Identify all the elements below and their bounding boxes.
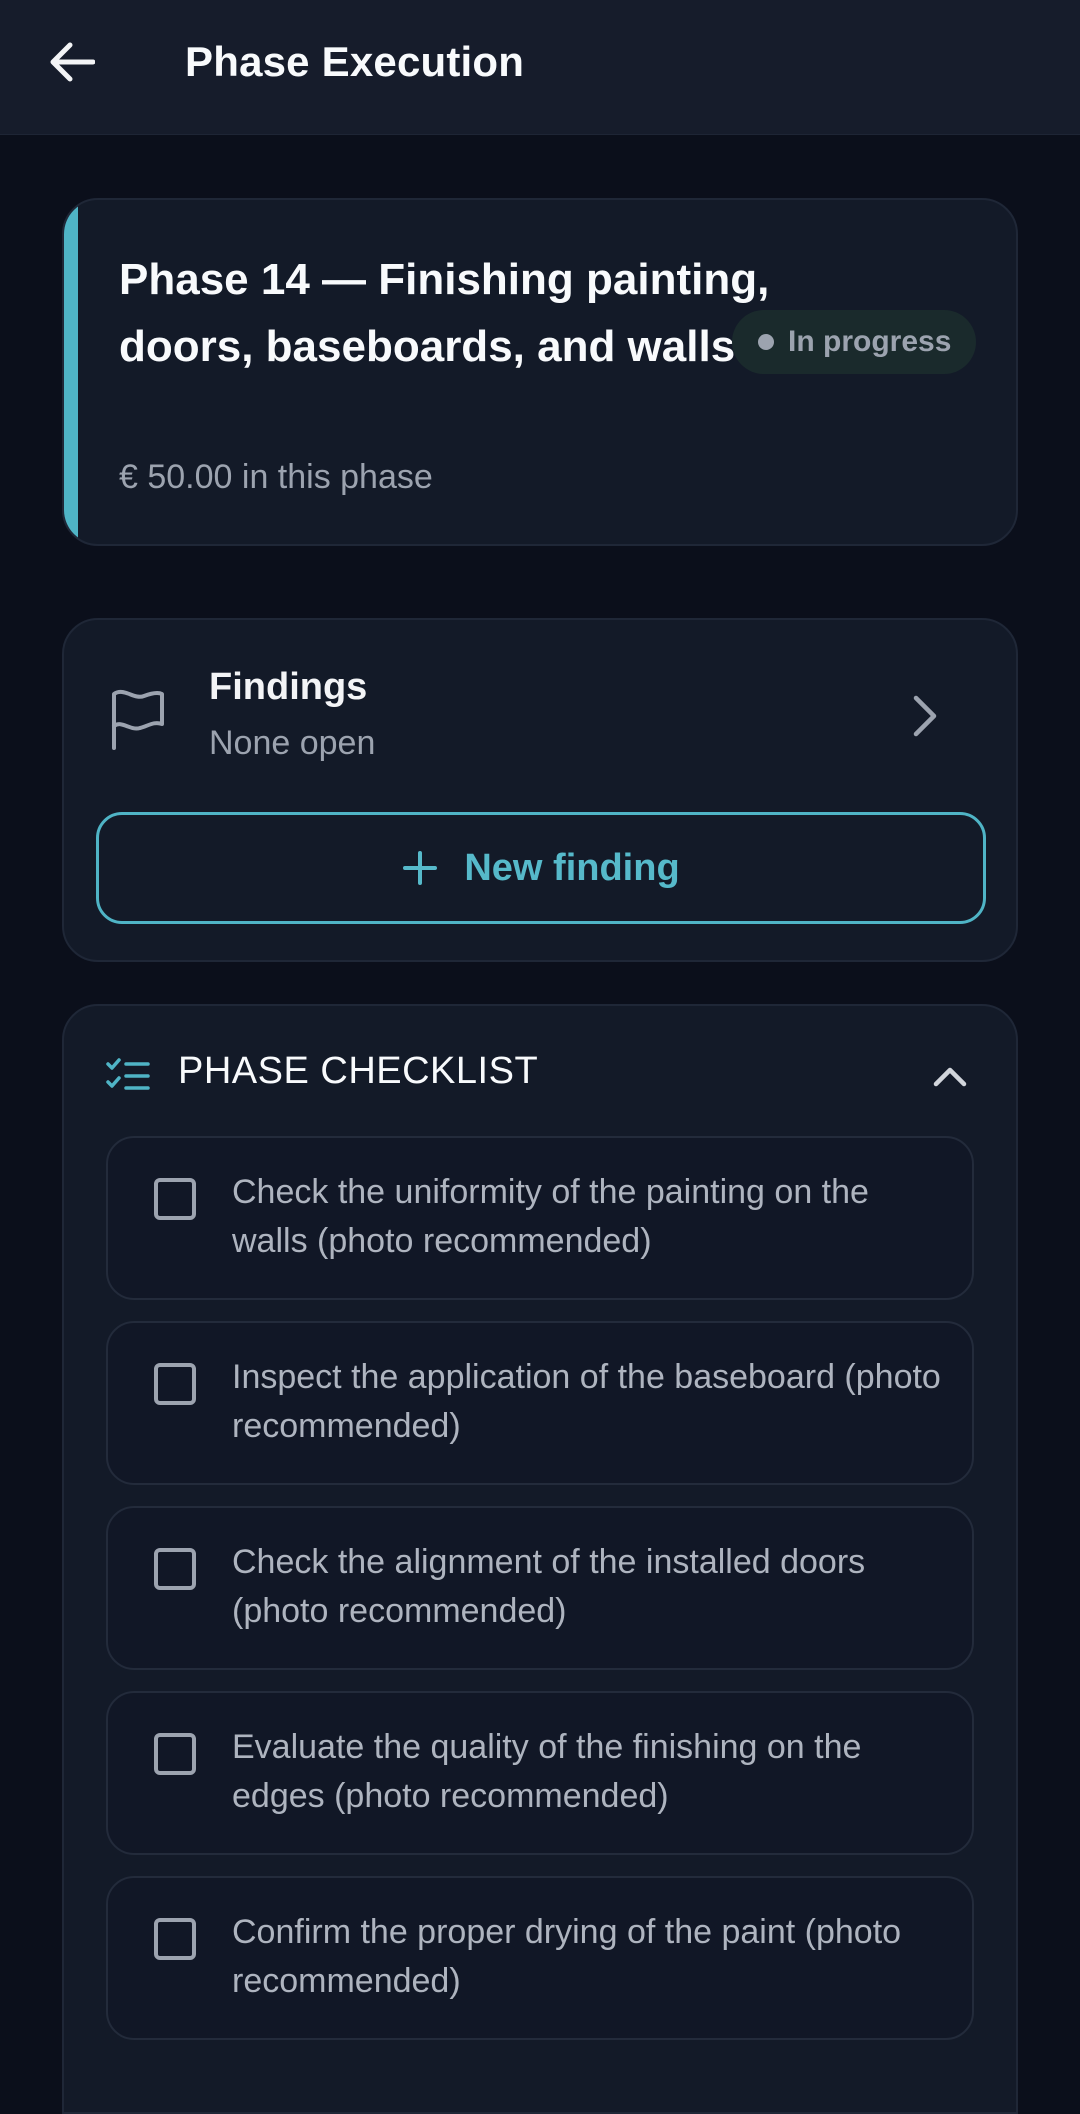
app-bar: Phase Execution [0, 0, 1080, 135]
checklist-item-label: Confirm the proper drying of the paint (… [232, 1913, 902, 2000]
checklist-item-label: Check the uniformity of the painting on … [232, 1173, 869, 1260]
checklist-item[interactable]: Inspect the application of the baseboard… [106, 1321, 974, 1485]
phase-accent-bar [64, 200, 78, 544]
checklist-item[interactable]: Evaluate the quality of the finishing on… [106, 1691, 974, 1855]
checklist-item[interactable]: Confirm the proper drying of the paint (… [106, 1876, 974, 2040]
checkbox[interactable] [154, 1363, 196, 1405]
checklist-item[interactable]: Check the alignment of the installed doo… [106, 1506, 974, 1670]
checklist-title: PHASE CHECKLIST [178, 1050, 539, 1092]
phase-title: Phase 14 — Finishing painting, doors, ba… [119, 255, 770, 371]
findings-card: Findings None open New finding [62, 618, 1018, 962]
checkbox[interactable] [154, 1733, 196, 1775]
new-finding-button[interactable]: New finding [96, 812, 986, 924]
checklist-item[interactable]: Check the uniformity of the painting on … [106, 1136, 974, 1300]
checklist-item-label: Inspect the application of the baseboard… [232, 1358, 941, 1445]
page-title: Phase Execution [185, 38, 525, 85]
findings-title: Findings [209, 666, 368, 708]
checkbox[interactable] [154, 1918, 196, 1960]
chevron-right-icon[interactable] [904, 690, 944, 742]
checklist-icon [106, 1058, 150, 1090]
back-button[interactable] [38, 28, 106, 96]
phase-amount: € 50.00 in this phase [119, 458, 433, 496]
flag-icon [112, 689, 164, 750]
checklist-item-label: Evaluate the quality of the finishing on… [232, 1728, 862, 1815]
phase-checklist-card: PHASE CHECKLIST Check the uniformity of … [62, 1004, 1018, 2114]
status-badge-label: In progress [788, 325, 952, 358]
phase-summary-card: Phase 14 — Finishing painting, doors, ba… [62, 198, 1018, 546]
status-dot-icon [758, 334, 774, 350]
checkbox[interactable] [154, 1178, 196, 1220]
plus-icon [403, 851, 438, 885]
findings-status: None open [209, 724, 376, 762]
chevron-up-icon[interactable] [930, 1058, 970, 1092]
checkbox[interactable] [154, 1548, 196, 1590]
new-finding-label: New finding [464, 846, 680, 889]
status-badge: In progress [732, 310, 976, 374]
checklist-item-label: Check the alignment of the installed doo… [232, 1543, 866, 1630]
arrow-left-icon [50, 42, 95, 82]
